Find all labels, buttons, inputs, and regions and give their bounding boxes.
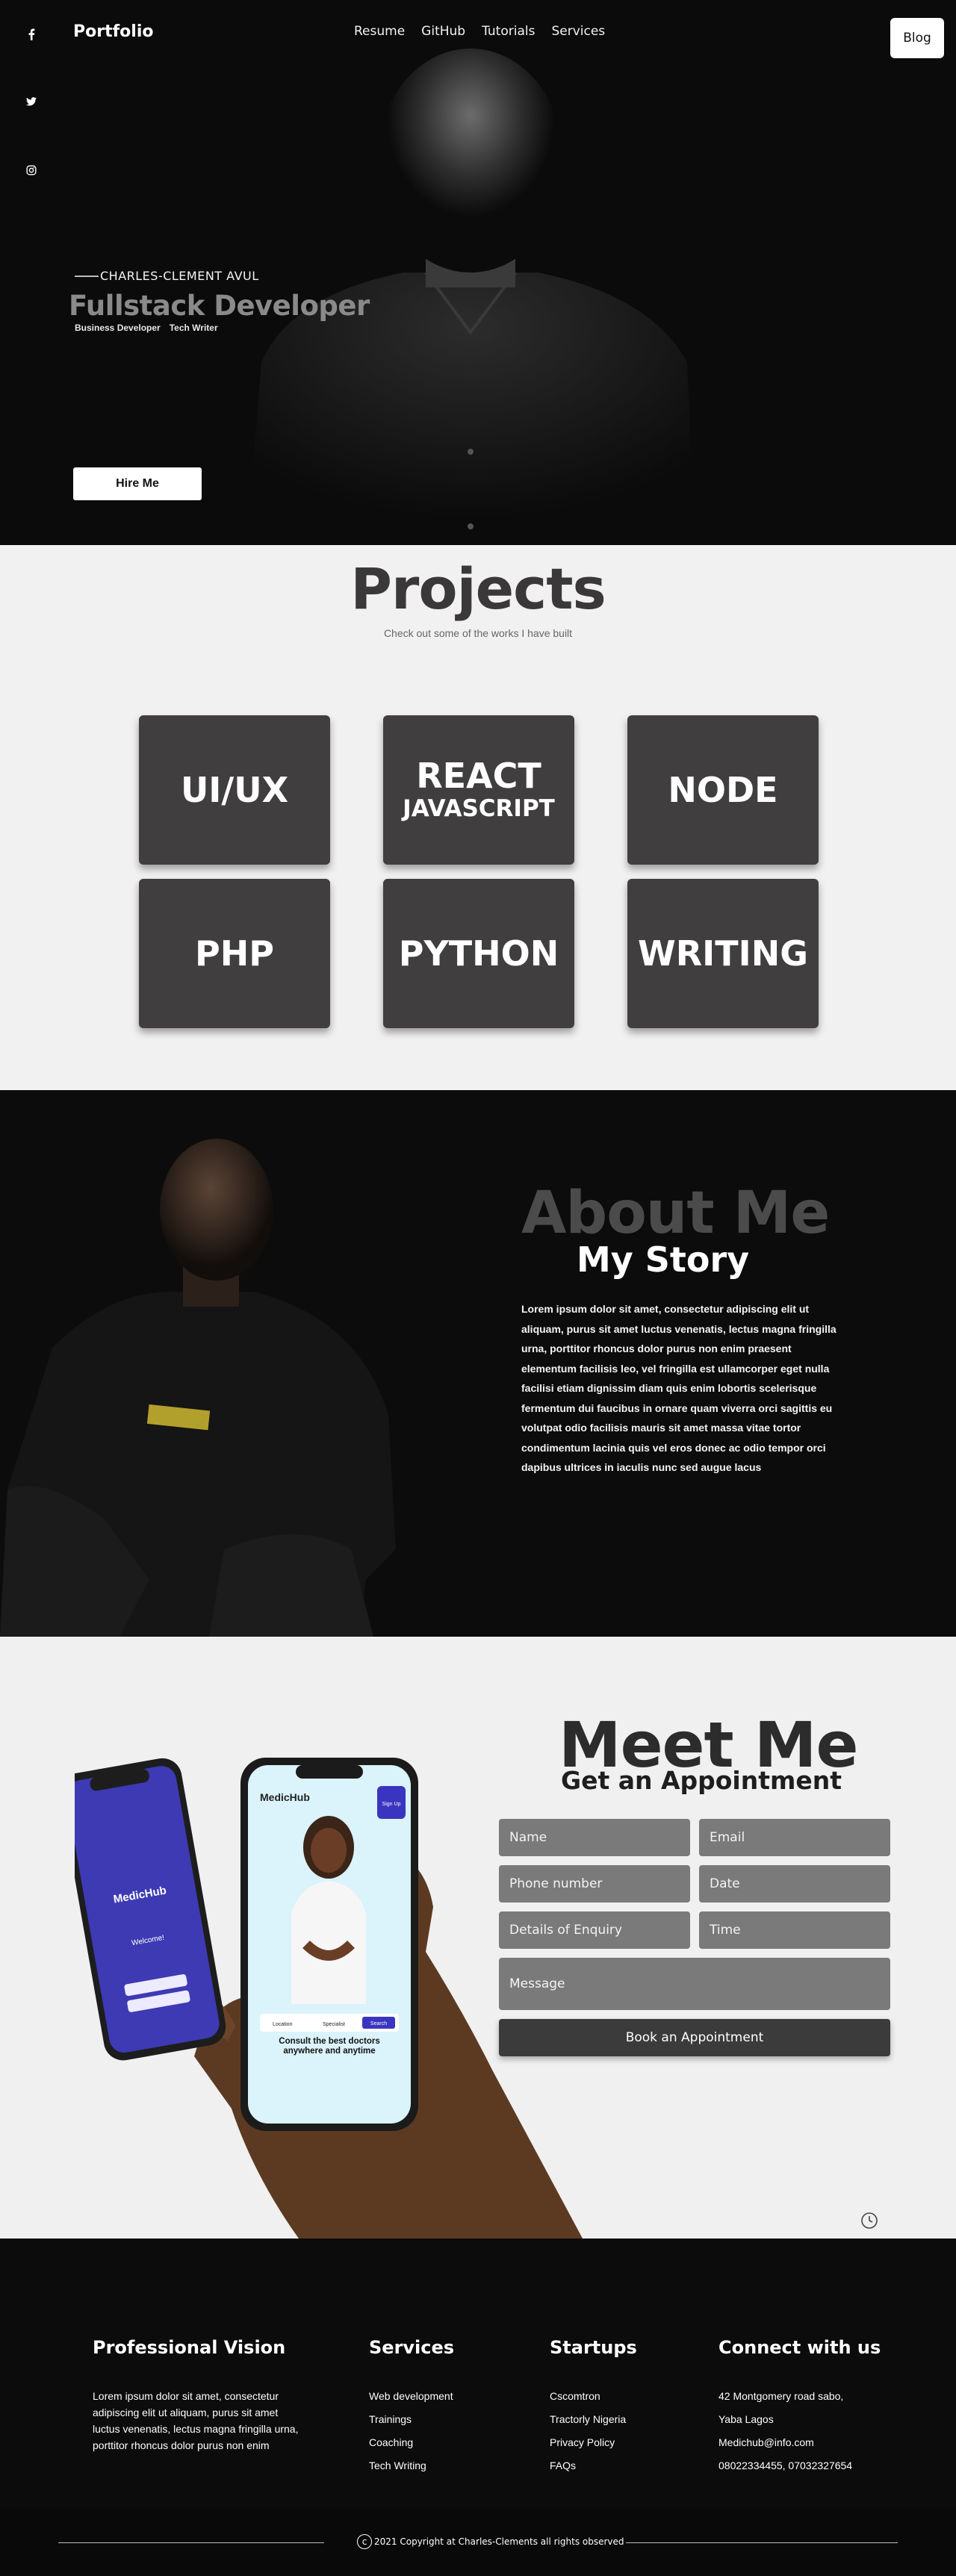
date-field[interactable]: Date <box>699 1865 890 1903</box>
hero-name: CHARLES-CLEMENT AVUL <box>100 269 259 283</box>
footer-startups-list: Cscomtron Tractorly Nigeria Privacy Poli… <box>550 2385 626 2477</box>
footer-connect-title: Connect with us <box>718 2337 881 2358</box>
project-card-uiux[interactable]: UI/UX <box>139 715 330 865</box>
mockup-headline: Consult the best doctors anywhere and an… <box>279 2037 380 2056</box>
about-story-text: Lorem ipsum dolor sit amet, consectetur … <box>521 1303 836 1473</box>
project-card-label: NODE <box>668 770 778 810</box>
project-card-label: REACT <box>416 755 541 796</box>
projects-section: Projects Check out some of the works I h… <box>0 545 956 1090</box>
twitter-icon[interactable] <box>22 93 40 111</box>
footer-startups-title: Startups <box>550 2337 637 2358</box>
footer-link[interactable]: Coaching <box>369 2431 453 2454</box>
footer-vision-text: Lorem ipsum dolor sit amet, consectetur … <box>93 2390 299 2451</box>
about-portrait-image <box>0 1139 396 1637</box>
footer-link[interactable]: FAQs <box>550 2454 626 2477</box>
instagram-icon[interactable] <box>22 161 40 179</box>
project-card-node[interactable]: NODE <box>627 715 819 865</box>
projects-subtitle: Check out some of the works I have built <box>383 627 573 639</box>
project-card-python[interactable]: PYTHON <box>383 879 574 1028</box>
project-card-label: PYTHON <box>398 933 559 974</box>
clock-icon[interactable] <box>860 2212 878 2230</box>
hero-tag: Business Developer <box>75 323 161 333</box>
copyright-text: 2021 Copyright at Charles-Clements all r… <box>374 2536 624 2547</box>
project-card-php[interactable]: PHP <box>139 879 330 1028</box>
nav-resume[interactable]: Resume <box>354 24 405 39</box>
footer-vision-title: Professional Vision <box>93 2337 286 2358</box>
message-field[interactable]: Message <box>499 1958 890 2010</box>
about-section: About Me My Story Lorem ipsum dolor sit … <box>0 1090 956 1637</box>
meet-subtitle: Get an Appointment <box>561 1766 842 1795</box>
mockup-search: Search <box>370 2021 387 2026</box>
project-card-react[interactable]: REACT JAVASCRIPT <box>383 715 574 865</box>
nav-tutorials[interactable]: Tutorials <box>482 24 535 39</box>
nav-github[interactable]: GitHub <box>421 24 465 39</box>
details-field[interactable]: Details of Enquiry <box>499 1911 690 1949</box>
book-appointment-button[interactable]: Book an Appointment <box>499 2019 890 2056</box>
footer-connect-list: 42 Montgomery road sabo, Yaba Lagos Medi… <box>718 2385 852 2477</box>
footer-divider <box>626 2542 898 2543</box>
hero-title: Fullstack Developer <box>69 290 370 322</box>
project-card-label: PHP <box>195 933 274 974</box>
mockup-signup: Sign Up <box>382 1802 401 1807</box>
main-nav: Resume GitHub Tutorials Services <box>354 24 605 39</box>
footer-address: 42 Montgomery road sabo, <box>718 2390 844 2402</box>
about-title: About Me <box>521 1180 830 1247</box>
projects-title: Projects <box>350 556 606 622</box>
mockup-app-name: MedicHub <box>260 1791 310 1803</box>
footer-email[interactable]: Medichub@info.com <box>718 2431 852 2454</box>
footer-link[interactable]: Privacy Policy <box>550 2431 626 2454</box>
mockup-location: Location <box>273 2022 293 2027</box>
footer-link[interactable]: Web development <box>369 2385 453 2408</box>
brand-logo[interactable]: Portfolio <box>73 22 154 41</box>
about-subtitle: My Story <box>577 1239 750 1280</box>
footer-phone: 08022334455, 07032327654 <box>718 2460 853 2471</box>
footer-address: Yaba Lagos <box>718 2413 774 2425</box>
facebook-icon[interactable] <box>22 25 40 43</box>
hire-me-button[interactable]: Hire Me <box>73 467 202 500</box>
nav-services[interactable]: Services <box>551 24 605 39</box>
footer-divider <box>58 2542 324 2543</box>
hero-name-dash <box>75 276 99 277</box>
footer-bottom-bar: c 2021 Copyright at Charles-Clements all… <box>0 2509 956 2576</box>
project-card-sublabel: JAVASCRIPT <box>403 794 555 822</box>
time-field[interactable]: Time <box>699 1911 890 1949</box>
hero-section: Portfolio Resume GitHub Tutorials Servic… <box>0 0 956 545</box>
footer-link[interactable]: Cscomtron <box>550 2385 626 2408</box>
blog-button[interactable]: Blog <box>890 18 944 58</box>
name-field[interactable]: Name <box>499 1819 690 1856</box>
footer-services-title: Services <box>369 2337 455 2358</box>
phone-field[interactable]: Phone number <box>499 1865 690 1903</box>
email-field[interactable]: Email <box>699 1819 890 1856</box>
hero-tags: Business Developer Tech Writer <box>75 323 218 333</box>
copyright-icon: c <box>357 2534 372 2549</box>
project-card-label: UI/UX <box>180 770 289 810</box>
copyright: c 2021 Copyright at Charles-Clements all… <box>357 2534 624 2549</box>
footer-link[interactable]: Tractorly Nigeria <box>550 2408 626 2431</box>
project-card-label: WRITING <box>637 933 809 974</box>
footer-link[interactable]: Trainings <box>369 2408 453 2431</box>
meet-section: MedicHub Welcome! MedicHub Sign Up Locat… <box>0 1637 956 2239</box>
hero-tag: Tech Writer <box>169 323 218 333</box>
footer: Professional Vision Lorem ipsum dolor si… <box>0 2239 956 2576</box>
mockup-specialist: Specialist <box>323 2022 345 2027</box>
project-card-writing[interactable]: WRITING <box>627 879 819 1028</box>
footer-services-list: Web development Trainings Coaching Tech … <box>369 2385 453 2477</box>
footer-link[interactable]: Tech Writing <box>369 2454 453 2477</box>
